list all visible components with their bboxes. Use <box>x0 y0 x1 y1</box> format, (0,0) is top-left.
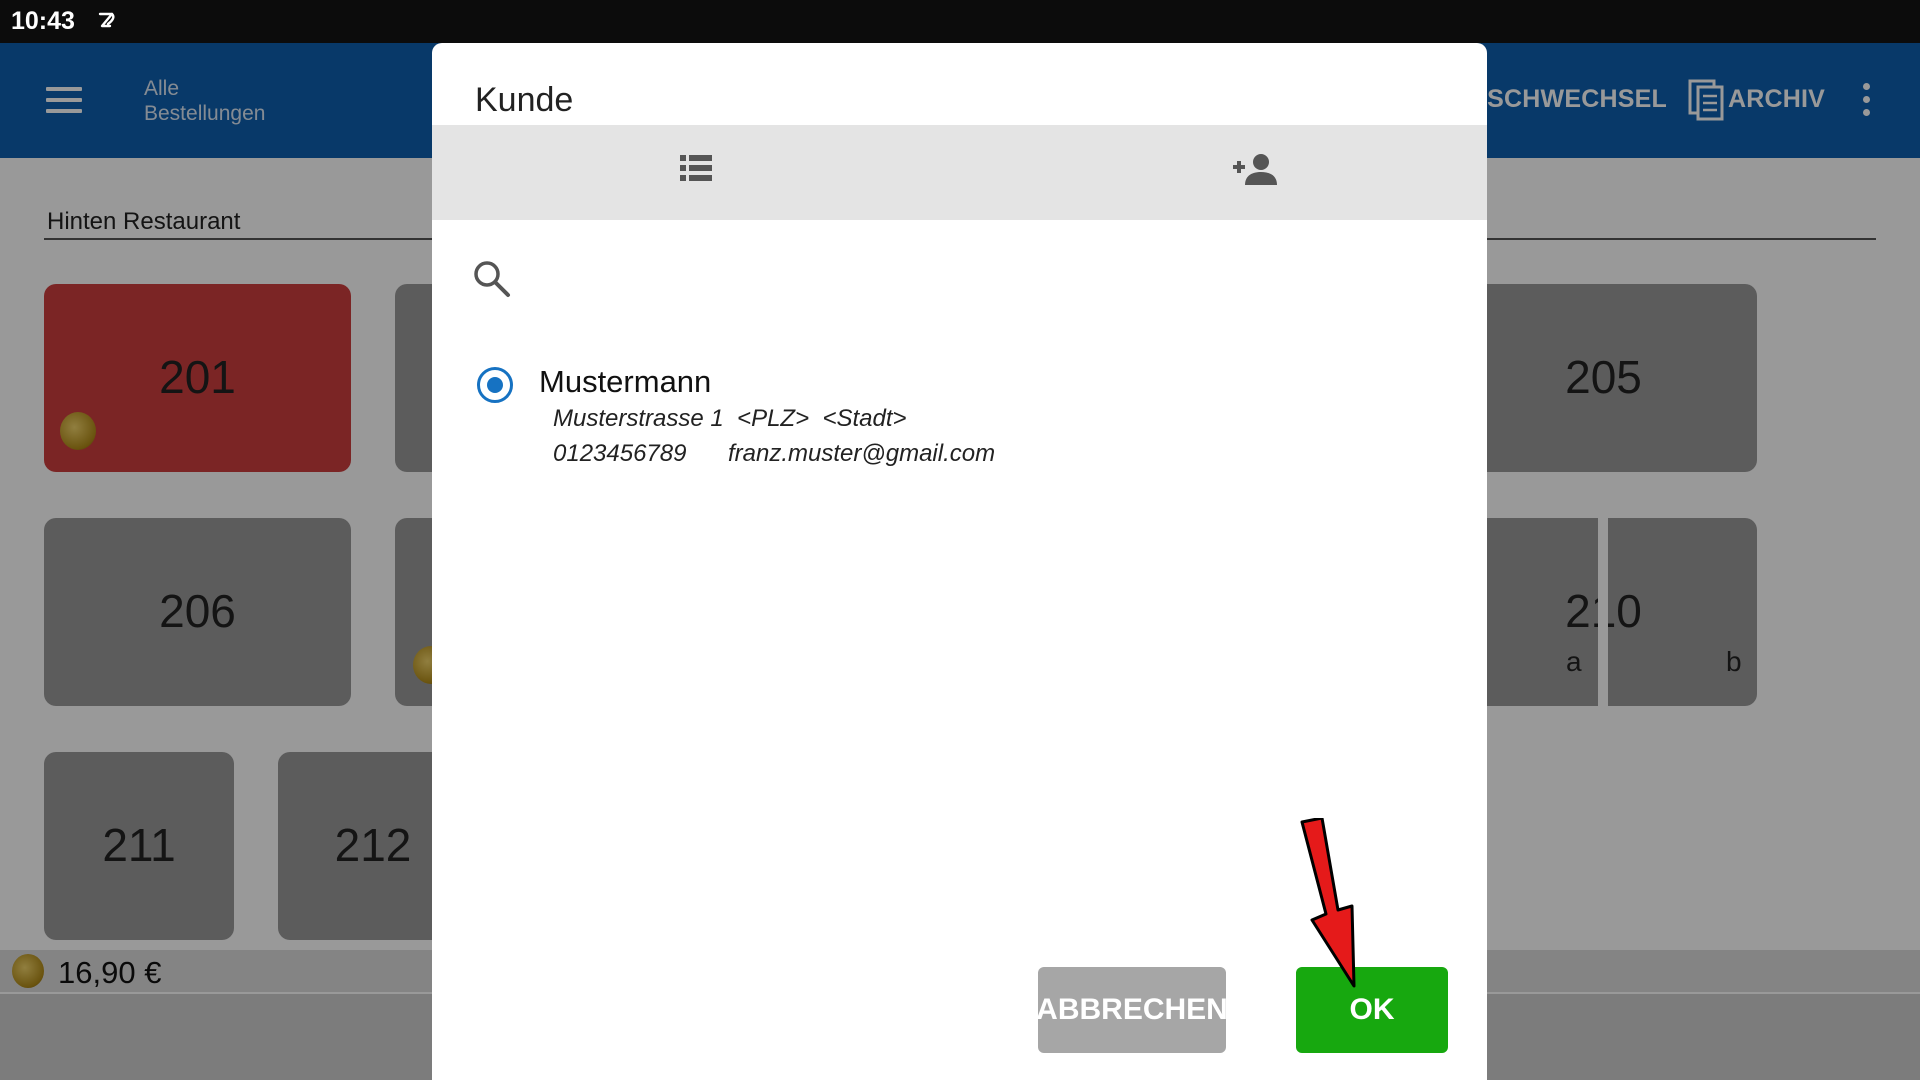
status-time: 10:43 <box>11 7 75 35</box>
customer-radio[interactable] <box>477 367 513 403</box>
annotation-arrow <box>1300 818 1356 988</box>
add-person-icon <box>1233 154 1277 185</box>
dialog-title: Kunde <box>475 81 574 119</box>
search-icon[interactable] <box>472 259 512 299</box>
tab-add-customer[interactable] <box>959 125 1486 220</box>
status-bar: 10:43 <box>0 0 1920 43</box>
cancel-button[interactable]: ABBRECHEN <box>1036 967 1228 1053</box>
customer-address: Musterstrasse 1 <PLZ> <Stadt> <box>553 405 907 432</box>
dialog-tab-bar <box>432 125 1487 220</box>
customer-email: franz.muster@gmail.com <box>728 440 996 467</box>
pen-swirl-icon <box>98 12 115 28</box>
customer-name[interactable]: Mustermann <box>539 364 711 400</box>
tab-customer-list[interactable] <box>432 125 959 220</box>
customer-phone: 0123456789 <box>553 440 687 467</box>
list-icon <box>680 155 712 181</box>
